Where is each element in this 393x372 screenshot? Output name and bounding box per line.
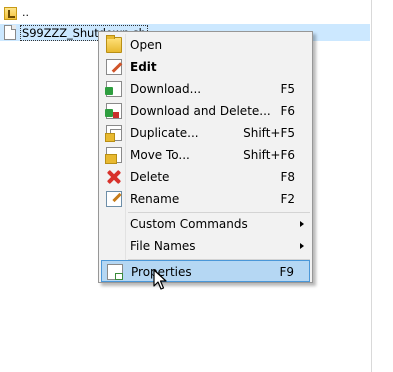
edit-pencil-icon [106,59,122,75]
menu-item-shortcut: F6 [280,104,295,118]
panel-divider [371,0,372,372]
menu-item-custom-commands[interactable]: Custom Commands [101,213,310,235]
menu-item-download[interactable]: Download... F5 [101,78,310,100]
submenu-arrow-icon [300,243,304,249]
menu-item-shortcut: F9 [279,265,294,279]
menu-item-shortcut: F5 [280,82,295,96]
download-delete-icon [105,103,122,119]
menu-item-label: Edit [130,60,157,74]
download-icon [105,81,122,97]
parent-directory-label: .. [22,6,29,19]
menu-item-open[interactable]: Open [101,34,310,56]
parent-directory-row[interactable]: .. [0,5,120,22]
menu-item-shortcut: Shift+F5 [243,126,295,140]
folder-open-icon [106,35,122,53]
menu-item-label: Duplicate... [130,126,199,140]
menu-item-shortcut: F2 [280,192,295,206]
menu-item-duplicate[interactable]: Duplicate... Shift+F5 [101,122,310,144]
menu-item-label: File Names [130,239,196,253]
menu-item-properties[interactable]: Properties F9 [101,260,310,282]
menu-item-shortcut: Shift+F6 [243,148,295,162]
menu-item-rename[interactable]: Rename F2 [101,188,310,210]
context-menu: Open Edit Download... F5 Download and De… [98,31,313,283]
menu-item-label: Open [130,38,163,52]
mouse-pointer-icon [153,269,167,290]
menu-item-label: Download and Delete... [130,104,271,118]
rename-icon [106,191,122,207]
menu-item-move-to[interactable]: Move To... Shift+F6 [101,144,310,166]
move-icon [105,147,122,164]
file-document-icon [4,25,16,40]
submenu-arrow-icon [300,221,304,227]
properties-icon [107,264,123,280]
menu-item-label: Move To... [130,148,190,162]
menu-item-label: Delete [130,170,170,184]
menu-item-download-and-delete[interactable]: Download and Delete... F6 [101,100,310,122]
menu-item-label: Custom Commands [130,217,248,231]
parent-folder-up-icon [4,7,17,20]
menu-item-shortcut: F8 [280,170,295,184]
duplicate-icon [105,125,122,142]
delete-x-icon [106,169,122,185]
menu-item-label: Rename [130,192,180,206]
menu-item-label: Download... [130,82,202,96]
menu-item-edit[interactable]: Edit [101,56,310,78]
menu-item-delete[interactable]: Delete F8 [101,166,310,188]
menu-item-file-names[interactable]: File Names [101,235,310,257]
